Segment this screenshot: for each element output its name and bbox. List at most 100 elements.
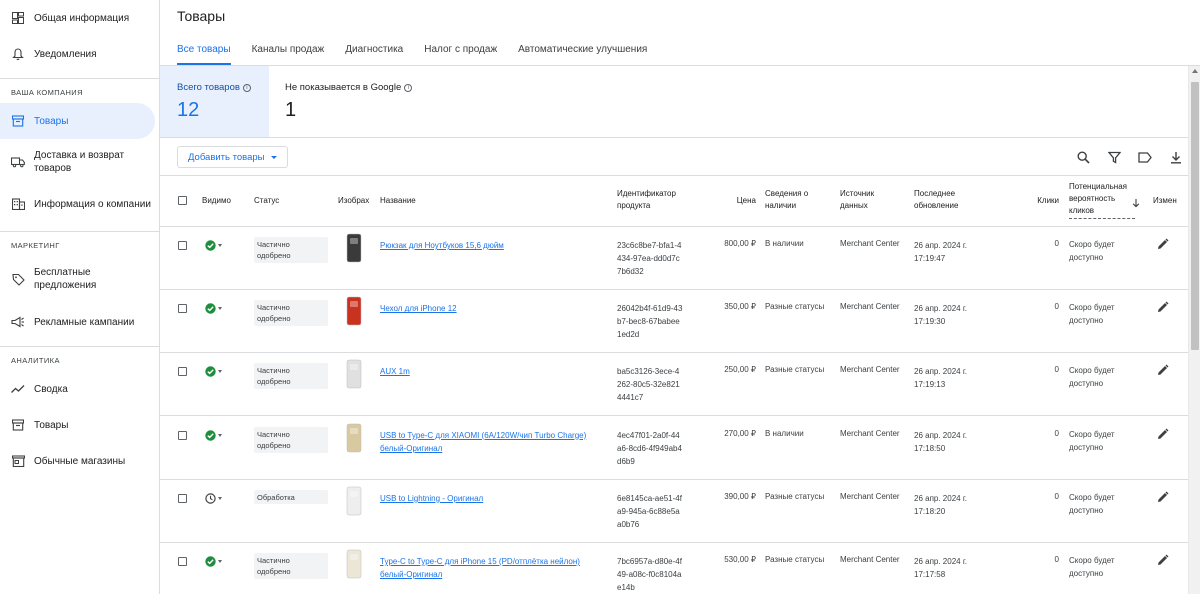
vertical-scrollbar[interactable] [1188,66,1200,594]
sidebar-item-stores[interactable]: Обычные магазины [0,443,159,479]
product-name-link[interactable]: AUX 1m [380,365,600,378]
divider [0,346,159,347]
column-header-visibility[interactable]: Видимо [202,195,234,207]
product-name-link[interactable]: USB to Type-C для XIAOMI (6A/120W/чип Tu… [380,429,600,455]
column-header-status[interactable]: Статус [254,195,279,207]
table-row[interactable]: Частично одобрено Рюкзак для Ноутбуков 15… [160,227,1188,290]
tab-diagnostics[interactable]: Диагностика [345,36,403,65]
arrow-down-icon[interactable] [1132,195,1140,213]
product-name-link[interactable]: Type-C to Type-C для iPhone 15 (PD/отплё… [380,555,600,581]
column-header-image[interactable]: Изобрах [338,195,372,207]
table-row[interactable]: Обработка USB to Lightning - Оригинал 6e81… [160,480,1188,543]
product-price: 530,00 ₽ [724,555,756,564]
table-row[interactable]: Частично одобрено Type-C to Type-C для iP… [160,543,1188,594]
data-source: Merchant Center [840,555,900,564]
sidebar-item-label: Уведомления [34,48,97,60]
sidebar-item-summary[interactable]: Сводка [0,371,159,407]
row-checkbox[interactable] [178,493,187,503]
last-updated-time: 17:18:50 [914,443,946,453]
product-id: ba5c3126-3ece-4262-80c5-32e8214441c7 [617,367,680,403]
sidebar-item-label: Товары [34,115,69,127]
select-all-checkbox[interactable] [178,196,187,205]
visibility-dropdown[interactable] [205,556,222,567]
click-probability: Скоро будет доступно [1069,492,1115,515]
sidebar-item-overview[interactable]: Общая информация [0,0,159,36]
label-icon[interactable] [1137,149,1153,165]
chevron-down-icon [218,560,222,563]
visibility-dropdown[interactable] [205,493,222,504]
tab-auto-improvements[interactable]: Автоматические улучшения [518,36,647,65]
tab-sales-tax[interactable]: Налог с продаж [424,36,497,65]
product-id: 23c6c8be7-bfa1-4434-97ea-dd0d7c7b6d32 [617,241,682,276]
pencil-icon[interactable] [1156,428,1170,442]
check-circle-icon [205,429,216,441]
row-checkbox[interactable] [178,430,187,440]
search-icon[interactable] [1075,149,1091,165]
metric-total-products[interactable]: Всего товаров i 12 [160,66,269,137]
visibility-dropdown[interactable] [205,366,222,378]
sidebar-item-notifications[interactable]: Уведомления [0,36,159,72]
pencil-icon[interactable] [1156,491,1170,505]
product-name-link[interactable]: USB to Lightning - Оригинал [380,492,600,505]
column-header-availability[interactable]: Сведения о наличии [765,188,821,212]
scroll-up-arrow-icon[interactable] [1192,69,1198,73]
check-circle-icon [205,366,216,378]
scrollbar-thumb[interactable] [1191,82,1199,350]
table-row[interactable]: Частично одобрено USB to Type-C для XIAOM… [160,417,1188,480]
sidebar-item-shipping[interactable]: Доставка и возврат товаров [0,139,159,185]
availability-text: Разные статусы [765,302,825,312]
row-checkbox[interactable] [178,241,187,250]
column-header-product-id[interactable]: Идентификатор продукта [617,188,687,212]
column-header-updated[interactable]: Последнее обновление [914,188,974,212]
tab-sales-channels[interactable]: Каналы продаж [252,36,325,65]
pencil-icon[interactable] [1156,554,1170,568]
row-checkbox[interactable] [178,304,187,314]
sidebar-item-business-info[interactable]: Информация о компании [0,185,159,223]
pencil-icon[interactable] [1156,364,1170,378]
visibility-dropdown[interactable] [205,303,222,314]
pencil-icon[interactable] [1156,301,1170,315]
clicks-count: 0 [1054,555,1059,564]
info-icon[interactable]: i [242,83,251,92]
sidebar-item-ad-campaigns[interactable]: Рекламные кампании [0,302,159,342]
click-probability: Скоро будет доступно [1069,366,1115,389]
column-header-clicks[interactable]: Клики [1020,195,1059,207]
visibility-dropdown[interactable] [205,429,222,441]
add-products-button[interactable]: Добавить товары [177,146,288,168]
sidebar-item-label: Сводка [34,383,68,395]
column-header-price[interactable]: Цена [720,195,756,207]
table-row[interactable]: Частично одобрено Чехол для iPhone 12 2604… [160,290,1188,354]
click-probability: Скоро будет доступно [1069,556,1115,578]
pencil-icon[interactable] [1156,238,1170,252]
column-header-click-probability[interactable]: Потенциальная вероятность кликов [1069,181,1135,219]
download-icon[interactable] [1168,149,1184,165]
chevron-down-icon [218,433,222,437]
product-name-link[interactable]: Рюкзак для Ноутбуков 15,6 дюйм [380,239,600,252]
product-price: 250,00 ₽ [724,365,756,375]
column-header-name[interactable]: Название [380,195,416,207]
info-icon[interactable]: i [404,83,413,92]
tab-all-products[interactable]: Все товары [177,36,231,65]
last-updated: 26 апр. 2024 г. 17:18:20 [914,492,967,518]
last-updated: 26 апр. 2024 г. 17:17:58 [914,555,967,581]
status-badge: Обработка [254,489,328,504]
visibility-dropdown[interactable] [205,240,222,251]
status-badge: Частично одобрено [254,553,328,579]
product-thumbnail [343,359,365,389]
sidebar-item-products[interactable]: Товары [0,103,155,139]
table-row[interactable]: Частично одобрено AUX 1m ba5c3126-3ece-426… [160,353,1188,417]
availability-text: Разные статусы [765,365,825,375]
last-updated-time: 17:19:13 [914,380,946,390]
bell-icon [11,47,25,61]
column-header-source[interactable]: Источник данных [840,188,886,212]
product-name-link[interactable]: Чехол для iPhone 12 [380,302,600,315]
filter-icon[interactable] [1106,149,1122,165]
column-header-edit[interactable]: Измен [1153,195,1188,207]
truck-icon [11,155,25,169]
sidebar-item-free-listings[interactable]: Бесплатные предложения [0,256,159,302]
sidebar-item-analytics-products[interactable]: Товары [0,407,159,443]
row-checkbox[interactable] [178,367,187,377]
products-icon [11,114,25,128]
row-checkbox[interactable] [178,557,187,566]
metric-not-shown[interactable]: Не показывается в Google i 1 [269,66,469,137]
